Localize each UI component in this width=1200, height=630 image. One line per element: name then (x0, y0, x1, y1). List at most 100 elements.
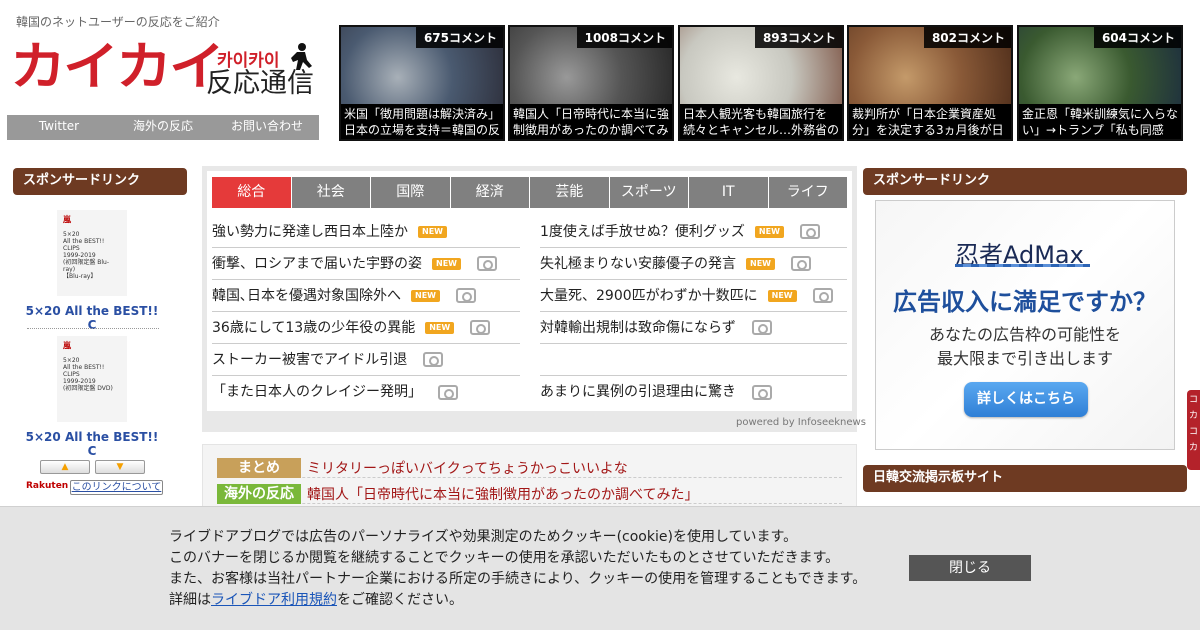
scroll-up-button[interactable]: ▲ (40, 460, 90, 474)
news-item[interactable]: 韓国､日本を優遇対象国除外へ NEW (212, 280, 520, 312)
camera-icon (423, 352, 444, 367)
tab-general[interactable]: 総合 (212, 177, 291, 208)
related-link-text[interactable]: ミリタリーっぽいバイクってちょうかっこいいよな (307, 458, 628, 478)
cover-line: CLIPS (63, 371, 80, 378)
news-item[interactable]: 失礼極まりない安藤優子の発言 NEW (540, 248, 847, 280)
camera-icon (470, 320, 491, 335)
product-cover[interactable]: 嵐 5×20 All the BEST!! CLIPS 1999-2019 (初… (57, 210, 127, 296)
news-headline[interactable]: 衝撃、ロシアまで届いた宇野の姿 (212, 249, 422, 279)
tab-economy[interactable]: 経済 (450, 177, 529, 208)
cover-line: 1999-2019 (63, 252, 96, 259)
story-caption: 韓国人「日帝時代に本当に強制徴用があったのか調べてみ (510, 104, 672, 139)
news-item[interactable]: 強い勢力に発達し西日本上陸か NEW (212, 216, 520, 248)
powered-by[interactable]: powered by Infoseeknews (736, 417, 866, 428)
cookie-details: 詳細はライブドア利用規約をご確認ください。 (169, 590, 866, 611)
news-headline[interactable]: 大量死、2900匹がわずか十数匹に (540, 281, 758, 311)
news-item[interactable]: 大量死、2900匹がわずか十数匹に NEW (540, 280, 847, 312)
news-headline[interactable]: ストーカー被害でアイドル引退 (212, 345, 407, 375)
tab-sports[interactable]: スポーツ (609, 177, 688, 208)
story-caption: 米国「徴用問題は解決済み」日本の立場を支持＝韓国の反 (341, 104, 503, 139)
nav-overseas[interactable]: 海外の反応 (111, 115, 215, 140)
cover-line: 5×20 (63, 231, 80, 238)
mascot-icon (291, 43, 312, 70)
nav-twitter[interactable]: Twitter (7, 115, 111, 140)
terms-link[interactable]: ライブドア利用規約 (211, 592, 337, 608)
cookie-line: また、お客様は当社パートナー企業における所定の手続きにより、クッキーの使用を管理… (169, 571, 867, 587)
comment-count: 604コメント (1093, 27, 1181, 48)
cookie-details-prefix: 詳細は (169, 592, 211, 608)
news-list-left: 強い勢力に発達し西日本上陸か NEW 衝撃、ロシアまで届いた宇野の姿 NEW 韓国､日本… (212, 216, 520, 408)
comment-count: 802コメント (923, 27, 1011, 48)
cookie-close-button[interactable]: 閉じる (909, 555, 1031, 581)
ad-body: あなたの広告枠の可能性を 最大限まで引き出します (875, 323, 1175, 371)
category-badge: まとめ (217, 457, 301, 478)
sponsor-heading-left: スポンサードリンク (13, 168, 187, 195)
camera-icon (799, 224, 820, 239)
camera-icon (812, 288, 833, 303)
news-headline[interactable]: 失礼極まりない安藤優子の発言 (540, 249, 736, 279)
story-caption: 裁判所が「日本企業資産処分」を決定する3ヵ月後が日 (849, 104, 1011, 139)
news-item[interactable]: 「また日本人のクレイジー発明」 (212, 376, 520, 408)
camera-icon (455, 288, 476, 303)
tab-society[interactable]: 社会 (291, 177, 370, 208)
main-nav: Twitter 海外の反応 お問い合わせ (7, 115, 319, 140)
new-badge: NEW (432, 257, 461, 270)
news-item[interactable]: あまりに異例の引退理由に驚き (540, 376, 847, 408)
top-story[interactable]: 802コメント 裁判所が「日本企業資産処分」を決定する3ヵ月後が日 (847, 25, 1013, 141)
nav-contact[interactable]: お問い合わせ (215, 115, 319, 140)
news-item[interactable]: 36歳にして13歳の少年役の異能 NEW (212, 312, 520, 344)
news-headline[interactable]: 36歳にして13歳の少年役の異能 (212, 313, 415, 343)
news-headline[interactable]: 強い勢力に発達し西日本上陸か (212, 217, 408, 247)
related-link[interactable]: まとめ ミリタリーっぽいバイクってちょうかっこいいよな (217, 457, 842, 478)
new-badge: NEW (418, 225, 447, 238)
category-badge: 海外の反応 (217, 483, 301, 504)
comment-count: 675コメント (415, 27, 503, 48)
related-link[interactable]: 海外の反応 韓国人「日帝時代に本当に強制徴用があったのか調べてみた」 (217, 483, 842, 504)
tab-entertainment[interactable]: 芸能 (530, 177, 609, 208)
news-headline[interactable]: 1度使えば手放せぬ？便利グッズ (540, 217, 745, 247)
product-link[interactable]: 5×20 All the BEST!! C (22, 430, 162, 458)
related-link-text[interactable]: 韓国人「日帝時代に本当に強制徴用があったのか調べてみた」 (307, 484, 698, 504)
news-item[interactable]: 衝撃、ロシアまで届いた宇野の姿 NEW (212, 248, 520, 280)
divider (27, 328, 159, 329)
logo-subtitle: 反応通信 (206, 68, 314, 99)
cover-brand: 嵐 (63, 341, 71, 350)
cookie-details-suffix: をご確認ください。 (337, 592, 463, 608)
side-tab-char: コ (1188, 427, 1198, 437)
ad-brand-underline (955, 264, 1090, 267)
news-list-right: 1度使えば手放せぬ？便利グッズ NEW 失礼極まりない安藤優子の発言 NEW 大量死、2… (540, 216, 847, 408)
camera-icon (476, 256, 497, 271)
top-story[interactable]: 893コメント 日本人観光客も韓国旅行を続々とキャンセル…外務省の (678, 25, 844, 141)
tab-it[interactable]: IT (689, 177, 768, 208)
camera-icon (752, 384, 772, 400)
ad-headline: 広告収入に満足ですか？ (893, 288, 1157, 316)
ad-details-button[interactable]: 詳しくはこちら (964, 382, 1088, 417)
side-tab[interactable]: コ カ コ カ (1187, 390, 1200, 470)
tab-international[interactable]: 国際 (371, 177, 450, 208)
new-badge: NEW (754, 225, 784, 238)
news-item[interactable]: 対韓輸出規制は致命傷にならず (540, 312, 847, 344)
ad-body-line: 最大限まで引き出します (936, 349, 1113, 368)
news-item[interactable]: ストーカー被害でアイドル引退 (212, 344, 520, 376)
about-link[interactable]: このリンクについて (70, 480, 163, 495)
news-headline[interactable]: 「また日本人のクレイジー発明」 (212, 377, 422, 407)
cover-line: (初回限定盤 Blu-ray) (63, 259, 109, 273)
news-headline[interactable]: 韓国､日本を優遇対象国除外へ (212, 281, 401, 311)
scroll-down-button[interactable]: ▼ (95, 460, 145, 474)
news-headline[interactable]: 対韓輸出規制は致命傷にならず (540, 313, 736, 343)
product-cover[interactable]: 嵐 5×20 All the BEST!! CLIPS 1999-2019 (初… (57, 336, 127, 422)
story-caption: 日本人観光客も韓国旅行を続々とキャンセル…外務省の (680, 104, 842, 139)
cookie-line: このバナーを閉じるか閲覧を継続することでクッキーの使用を承認いただいたものとさせ… (169, 550, 840, 566)
cover-brand: 嵐 (63, 215, 71, 224)
news-headline[interactable]: あまりに異例の引退理由に驚き (540, 377, 736, 407)
sponsor-heading-right: スポンサードリンク (863, 168, 1187, 195)
top-story[interactable]: 604コメント 金正恩「韓米訓練気に入らない」→トランプ「私も同感 (1017, 25, 1183, 141)
news-item[interactable]: 1度使えば手放せぬ？便利グッズ NEW (540, 216, 847, 248)
camera-icon (790, 256, 811, 271)
new-badge: NEW (425, 321, 455, 334)
site-logo[interactable]: カイカイ (10, 42, 225, 94)
top-story[interactable]: 1008コメント 韓国人「日帝時代に本当に強制徴用があったのか調べてみ (508, 25, 674, 141)
tab-life[interactable]: ライフ (768, 177, 847, 208)
side-tab-char: コ (1188, 395, 1198, 405)
top-story[interactable]: 675コメント 米国「徴用問題は解決済み」日本の立場を支持＝韓国の反 (339, 25, 505, 141)
